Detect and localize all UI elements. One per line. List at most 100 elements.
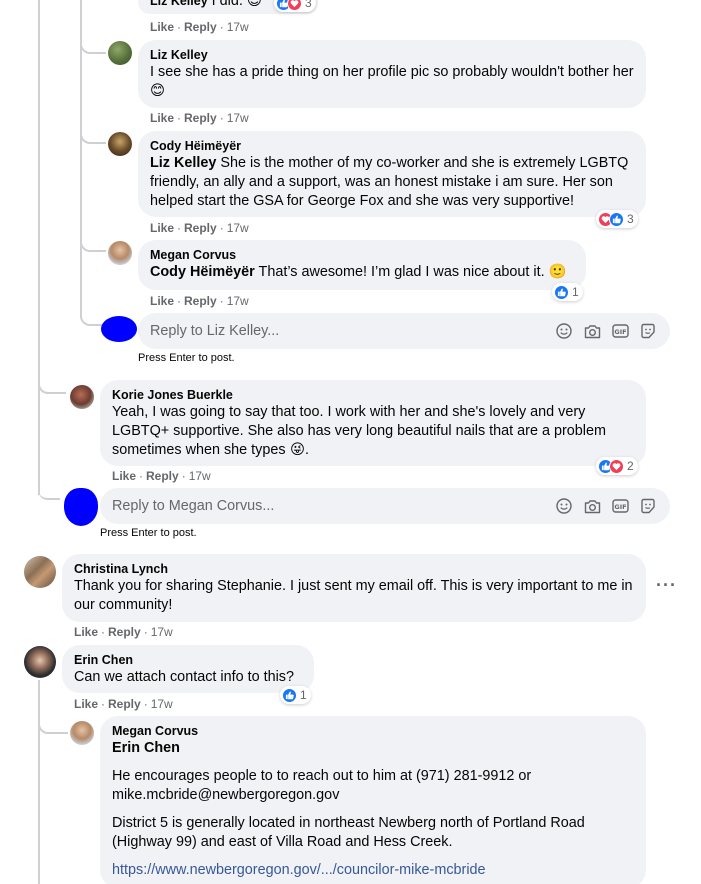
comment-paragraph: He encourages people to to reach out to … — [112, 768, 532, 803]
reaction-summary[interactable]: 1 — [280, 686, 311, 704]
like-link[interactable]: Like — [74, 625, 98, 639]
mention-link[interactable]: Liz Kelley — [150, 155, 216, 171]
mention-link[interactable]: Cody Hëimëyër — [150, 264, 255, 280]
gif-icon[interactable]: GIF — [610, 496, 630, 516]
svg-text:GIF: GIF — [614, 503, 626, 511]
avatar[interactable] — [108, 41, 132, 65]
comment-author[interactable]: Christina Lynch — [74, 561, 634, 577]
press-enter-hint: Press Enter to post. — [138, 352, 235, 364]
reply-input[interactable]: Reply to Megan Corvus... GIF — [100, 488, 670, 524]
reaction-summary[interactable]: 2 — [596, 457, 638, 475]
reaction-summary[interactable]: 3 — [596, 210, 638, 228]
comment-paragraph: District 5 is generally located in north… — [112, 815, 585, 850]
like-link[interactable]: Like — [150, 20, 174, 34]
reply-link[interactable]: Reply — [184, 20, 217, 34]
comment-actions: Like · Reply · 17w — [150, 20, 249, 34]
reply-placeholder: Reply to Liz Kelley... — [150, 323, 280, 339]
comment-bubble: Megan Corvus Cody Hëimëyër That’s awesom… — [138, 240, 586, 290]
comment-author[interactable]: Megan Corvus — [150, 247, 574, 263]
timestamp[interactable]: 17w — [227, 294, 249, 308]
comment-author[interactable]: Erin Chen — [74, 652, 302, 668]
comment-text: I did. — [211, 0, 243, 9]
avatar[interactable] — [24, 646, 56, 678]
timestamp[interactable]: 17w — [151, 625, 173, 639]
laughing-emoji-icon: 😜 — [290, 442, 306, 458]
camera-icon[interactable] — [582, 321, 602, 341]
comment-author[interactable]: Megan Corvus — [112, 723, 634, 739]
reaction-summary[interactable]: 1 — [552, 283, 583, 301]
comment-actions: Like · Reply · 17w — [150, 111, 249, 125]
timestamp[interactable]: 17w — [189, 469, 211, 483]
love-reaction-icon — [287, 0, 302, 11]
comment-text: I see she has a pride thing on her profi… — [150, 64, 634, 80]
sticker-icon[interactable] — [638, 321, 658, 341]
comment-author[interactable]: Korie Jones Buerkle — [112, 387, 634, 403]
emoji-icon[interactable] — [554, 496, 574, 516]
comment-actions: Like · Reply · 17w — [74, 697, 173, 711]
reply-placeholder: Reply to Megan Corvus... — [112, 498, 275, 514]
reply-link[interactable]: Reply — [146, 469, 179, 483]
like-link[interactable]: Like — [150, 294, 174, 308]
comment-text: That’s awesome! I’m glad I was nice abou… — [258, 264, 545, 280]
comment-text: Thank you for sharing Stephanie. I just … — [74, 578, 633, 613]
thread-branch-cody — [80, 130, 106, 144]
reply-link[interactable]: Reply — [108, 625, 141, 639]
comment-actions: Like · Reply · 17w — [150, 294, 249, 308]
like-link[interactable]: Like — [74, 697, 98, 711]
timestamp[interactable]: 17w — [151, 697, 173, 711]
comment-text: Yeah, I was going to say that too. I wor… — [112, 404, 606, 458]
reply-link[interactable]: Reply — [184, 294, 217, 308]
comment-bubble: Korie Jones Buerkle Yeah, I was going to… — [100, 380, 646, 466]
like-link[interactable]: Like — [112, 469, 136, 483]
reaction-count: 1 — [300, 688, 307, 702]
comment-actions: Like · Reply · 17w — [74, 625, 173, 639]
thread-branch-replybox1 — [80, 312, 102, 326]
emoji-icon[interactable] — [554, 321, 574, 341]
reply-link[interactable]: Reply — [184, 221, 217, 235]
councilor-link[interactable]: https://www.newbergoregon.gov/.../counci… — [112, 862, 486, 878]
avatar[interactable] — [108, 241, 132, 265]
comment-bubble: Cody Hëimëyër Liz Kelley She is the moth… — [138, 131, 646, 217]
timestamp[interactable]: 17w — [227, 20, 249, 34]
reaction-count: 3 — [627, 212, 634, 226]
comment-text: She is the mother of my co-worker and sh… — [150, 155, 629, 209]
avatar[interactable] — [70, 385, 94, 409]
avatar[interactable] — [108, 132, 132, 156]
reply-link[interactable]: Reply — [108, 697, 141, 711]
reaction-summary[interactable]: 3 — [274, 0, 316, 12]
reaction-count: 2 — [627, 459, 634, 473]
reaction-count: 1 — [572, 285, 579, 299]
thread-branch-korie — [38, 380, 66, 394]
thread-branch-outer — [38, 480, 60, 500]
comment-bubble: Christina Lynch Thank you for sharing St… — [62, 554, 646, 622]
love-reaction-icon — [609, 458, 624, 474]
comment-author[interactable]: Liz Kelley — [150, 0, 208, 8]
grin-emoji-icon: 😊 — [246, 0, 262, 9]
avatar[interactable] — [24, 556, 56, 588]
comment-text: Can we attach contact info to this? — [74, 669, 294, 685]
timestamp[interactable]: 17w — [227, 221, 249, 235]
thread-line-erin — [38, 680, 40, 884]
comment-bubble: Erin Chen Can we attach contact info to … — [62, 645, 314, 693]
smile-emoji-icon: 😊 — [150, 83, 166, 99]
comment-author[interactable]: Cody Hëimëyër — [150, 138, 634, 154]
like-link[interactable]: Like — [150, 221, 174, 235]
avatar[interactable] — [70, 721, 94, 745]
gif-icon[interactable]: GIF — [610, 321, 630, 341]
sticker-icon[interactable] — [638, 496, 658, 516]
reaction-count: 3 — [305, 0, 312, 10]
like-reaction-icon — [282, 687, 297, 703]
camera-icon[interactable] — [582, 496, 602, 516]
reply-input[interactable]: Reply to Liz Kelley... GIF — [138, 313, 670, 349]
comment-author[interactable]: Liz Kelley — [150, 47, 634, 63]
press-enter-hint: Press Enter to post. — [100, 527, 197, 539]
own-avatar — [101, 316, 137, 342]
timestamp[interactable]: 17w — [227, 111, 249, 125]
own-avatar — [64, 488, 98, 526]
more-options-icon[interactable]: ··· — [656, 575, 677, 596]
reply-link[interactable]: Reply — [184, 111, 217, 125]
mention-link[interactable]: Erin Chen — [112, 739, 634, 758]
like-link[interactable]: Like — [150, 111, 174, 125]
comment-bubble: Liz Kelley I see she has a pride thing o… — [138, 40, 646, 108]
svg-text:GIF: GIF — [614, 328, 626, 336]
